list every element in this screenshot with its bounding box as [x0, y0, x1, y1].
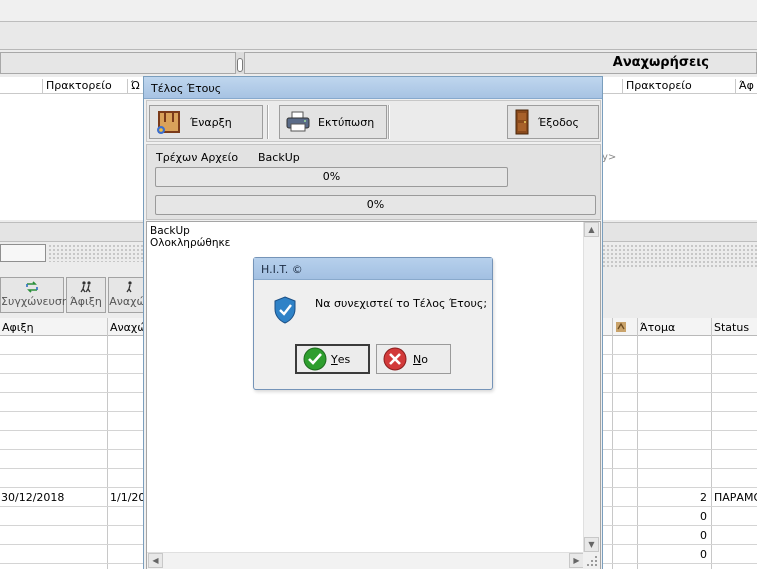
- print-button[interactable]: Εκτύπωση: [279, 105, 387, 139]
- left-column-header: Πρακτορείο Ώ: [0, 77, 146, 94]
- grid-header-persons[interactable]: Άτομα: [638, 321, 675, 334]
- vertical-scrollbar[interactable]: ▲ ▼: [583, 222, 600, 552]
- right-list-hint: y>: [602, 152, 617, 163]
- exit-label: Έξοδος: [538, 115, 579, 129]
- walking-person-icon: [125, 281, 132, 293]
- left-list: [0, 94, 146, 220]
- close-icon: [383, 347, 407, 371]
- scroll-right-icon[interactable]: ▶: [569, 553, 584, 568]
- start-label: Έναρξη: [190, 115, 232, 129]
- left-grid: Αφιξη Αναχώ 30/12/2018 1/1/20: [0, 318, 147, 569]
- dotted-area: [48, 244, 146, 262]
- backup-label: BackUp: [258, 151, 300, 164]
- right-grid: Άτομα Status 2 ΠΑΡΑΜΟ 0 0 0: [602, 318, 757, 569]
- top-menu-area: [0, 0, 757, 22]
- col-header-time[interactable]: Ώ: [127, 79, 140, 94]
- yes-accel: Y: [331, 352, 338, 366]
- col-header-agency[interactable]: Πρακτορείο: [42, 79, 112, 94]
- exit-button[interactable]: Έξοδος: [507, 105, 599, 139]
- col-header-arrival-right[interactable]: Άφ: [735, 79, 754, 94]
- right-column-header: Πρακτορείο Άφ: [602, 77, 757, 94]
- current-file-label: Τρέχων Αρχείο: [156, 151, 239, 164]
- cell-persons[interactable]: 0: [700, 529, 707, 542]
- dotted-area-right: [602, 244, 757, 268]
- dialog-message: Να συνεχιστεί το Τέλος Έτους;: [315, 297, 488, 310]
- horizontal-scrollbar[interactable]: ◀ ▶: [147, 552, 584, 569]
- log-line: BackUp: [150, 225, 190, 237]
- merge-icon: [26, 281, 38, 293]
- door-icon: [515, 109, 529, 135]
- top-band: [0, 22, 757, 50]
- walking-person-icon: [80, 281, 91, 293]
- grid-header-departure[interactable]: Αναχώ: [108, 321, 147, 334]
- scroll-down-icon[interactable]: ▼: [584, 537, 599, 552]
- cell-arrival-date[interactable]: 30/12/2018: [1, 491, 64, 504]
- yes-button[interactable]: Yes: [295, 344, 370, 374]
- resize-grip-icon[interactable]: [583, 552, 600, 569]
- left-grid-header: Αφιξη Αναχώ: [0, 318, 147, 336]
- log-line: Ολοκληρώθηκε: [150, 237, 231, 249]
- cell-status[interactable]: ΠΑΡΑΜΟ: [714, 491, 757, 504]
- right-grid-header: Άτομα Status: [602, 318, 757, 336]
- departure-button[interactable]: Αναχώ: [108, 277, 146, 313]
- left-pane-header: [0, 52, 236, 74]
- cell-persons[interactable]: 0: [700, 548, 707, 561]
- overall-progress-bar: 0%: [155, 195, 596, 215]
- overall-progress-text: 0%: [366, 198, 385, 211]
- grid-header-status[interactable]: Status: [712, 321, 749, 334]
- window-title[interactable]: Τέλος Έτους: [144, 77, 602, 99]
- no-accel: N: [413, 352, 422, 366]
- col-header-agency-right[interactable]: Πρακτορείο: [622, 79, 692, 94]
- arrival-button[interactable]: Άφιξη: [66, 277, 106, 313]
- start-button[interactable]: Έναρξη: [149, 105, 263, 139]
- no-button[interactable]: No: [376, 344, 451, 374]
- arrival-label: Άφιξη: [70, 295, 102, 308]
- dialog-title[interactable]: H.I.T. ©: [254, 258, 492, 280]
- printer-icon: [286, 111, 310, 132]
- no-label: o: [421, 352, 428, 366]
- cell-persons[interactable]: 0: [700, 510, 707, 523]
- filter-box[interactable]: [0, 244, 46, 262]
- file-progress-text: 0%: [322, 170, 341, 183]
- shield-check-icon: [274, 296, 296, 324]
- start-icon: [157, 111, 180, 134]
- right-strip: [602, 222, 757, 242]
- window-toolbar: Έναρξη Εκτύπωση Έξοδος: [146, 100, 601, 142]
- cell-persons[interactable]: 2: [700, 491, 707, 504]
- departures-title: Αναχωρήσεις: [612, 55, 709, 70]
- left-strip: [0, 222, 146, 242]
- grid-settings-icon[interactable]: [614, 320, 628, 334]
- file-progress-bar: 0%: [155, 167, 508, 187]
- bottom-toolbar: Συγχώνευση Άφιξη Αναχώ: [0, 274, 146, 316]
- confirm-dialog: H.I.T. © Να συνεχιστεί το Τέλος Έτους; Y…: [253, 257, 493, 390]
- splitter-handle[interactable]: [237, 58, 243, 72]
- check-icon: [303, 347, 327, 371]
- grid-header-arrival[interactable]: Αφιξη: [0, 321, 34, 334]
- print-label: Εκτύπωση: [318, 115, 375, 129]
- right-list: [602, 94, 757, 220]
- progress-area: Τρέχων Αρχείο BackUp 0% 0%: [146, 144, 601, 220]
- scroll-up-icon[interactable]: ▲: [584, 222, 599, 237]
- yes-label: es: [337, 352, 351, 366]
- merge-button[interactable]: Συγχώνευση: [0, 277, 69, 313]
- departure-label: Αναχώ: [109, 295, 146, 308]
- cell-departure-date[interactable]: 1/1/20: [110, 491, 145, 504]
- scroll-left-icon[interactable]: ◀: [148, 553, 163, 568]
- merge-label: Συγχώνευση: [1, 295, 69, 308]
